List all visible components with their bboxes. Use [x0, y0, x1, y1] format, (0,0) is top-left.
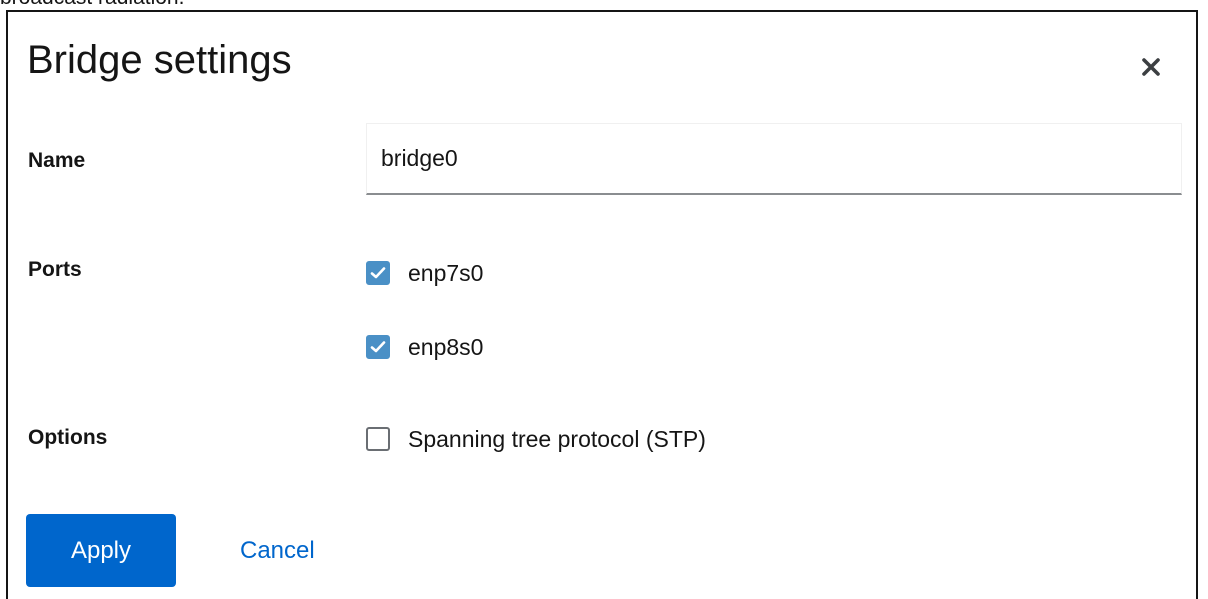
- port-label: enp8s0: [408, 334, 484, 360]
- close-icon: [1142, 58, 1160, 76]
- name-label: Name: [28, 149, 86, 172]
- close-button[interactable]: [1134, 50, 1168, 84]
- port-label: enp7s0: [408, 260, 484, 286]
- page: broadcast radiation. Bridge settings Nam…: [0, 0, 1208, 599]
- stp-checkbox[interactable]: Spanning tree protocol (STP): [366, 424, 706, 454]
- ports-label: Ports: [28, 258, 82, 281]
- cancel-button[interactable]: Cancel: [226, 514, 329, 587]
- bridge-settings-dialog: Bridge settings Name Ports enp7s0: [6, 10, 1198, 599]
- background-text: broadcast radiation.: [0, 0, 184, 10]
- apply-button[interactable]: Apply: [26, 514, 176, 587]
- dialog-title: Bridge settings: [27, 38, 292, 82]
- checkbox-checked-icon[interactable]: [366, 261, 390, 285]
- checkbox-unchecked-icon[interactable]: [366, 427, 390, 451]
- options-label: Options: [28, 426, 108, 449]
- name-input[interactable]: [366, 123, 1182, 195]
- checkbox-checked-icon[interactable]: [366, 335, 390, 359]
- port-enp7s0-checkbox[interactable]: enp7s0: [366, 258, 483, 288]
- stp-label: Spanning tree protocol (STP): [408, 426, 706, 452]
- port-enp8s0-checkbox[interactable]: enp8s0: [366, 332, 483, 362]
